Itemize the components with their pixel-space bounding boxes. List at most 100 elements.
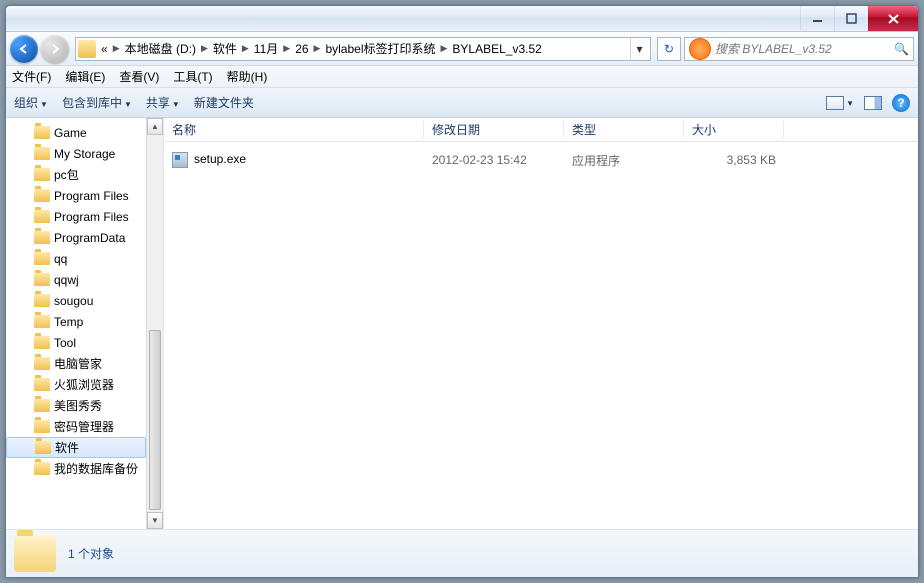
close-button[interactable] — [868, 6, 918, 31]
content-pane: 名称 修改日期 类型 大小 setup.exe 2012-02-23 15:42应… — [164, 118, 918, 529]
tree-item-label: Game — [54, 126, 87, 140]
folder-icon — [34, 147, 50, 160]
breadcrumb-seg[interactable]: 11月 — [251, 38, 281, 60]
tree-item[interactable]: Game — [6, 122, 146, 143]
search-box[interactable]: 🔍 — [684, 37, 914, 61]
file-date: 2012-02-23 15:42 — [424, 153, 564, 167]
tree-item-label: 我的数据库备份 — [54, 460, 138, 477]
tree-item-label: Program Files — [54, 210, 129, 224]
folder-icon — [35, 441, 51, 454]
tree-item[interactable]: ProgramData — [6, 227, 146, 248]
tree-item[interactable]: 美图秀秀 — [6, 395, 146, 416]
breadcrumb-seg[interactable]: 26 — [292, 38, 311, 60]
col-type[interactable]: 类型 — [564, 121, 684, 138]
folder-icon — [34, 273, 50, 286]
menu-view[interactable]: 查看(V) — [119, 68, 159, 85]
breadcrumb-prefix: « — [98, 38, 111, 60]
breadcrumb-seg[interactable]: bylabel标签打印系统 — [322, 38, 438, 60]
folder-icon — [34, 420, 50, 433]
folder-icon — [34, 378, 50, 391]
tree-item[interactable]: Program Files — [6, 185, 146, 206]
address-dropdown[interactable]: ▾ — [630, 38, 648, 60]
chevron-right-icon: ▶ — [240, 43, 251, 54]
col-size[interactable]: 大小 — [684, 121, 784, 138]
tree-item[interactable]: 密码管理器 — [6, 416, 146, 437]
address-bar[interactable]: « ▶ 本地磁盘 (D:)▶ 软件▶ 11月▶ 26▶ bylabel标签打印系… — [75, 37, 651, 61]
chevron-right-icon: ▶ — [312, 43, 323, 54]
search-input[interactable] — [715, 42, 894, 56]
back-button[interactable] — [10, 35, 38, 63]
minimize-button[interactable] — [800, 6, 834, 31]
menu-file[interactable]: 文件(F) — [12, 68, 51, 85]
folder-icon — [34, 294, 50, 307]
tree-item[interactable]: 软件 — [6, 437, 146, 458]
firefox-icon — [689, 38, 711, 60]
share-button[interactable]: 共享▼ — [146, 94, 180, 111]
chevron-right-icon: ▶ — [199, 43, 210, 54]
view-mode-button[interactable]: ▼ — [826, 95, 854, 110]
folder-icon — [34, 126, 50, 139]
help-button[interactable]: ? — [892, 94, 910, 112]
column-headers: 名称 修改日期 类型 大小 — [164, 118, 918, 142]
navbar: « ▶ 本地磁盘 (D:)▶ 软件▶ 11月▶ 26▶ bylabel标签打印系… — [6, 32, 918, 66]
menu-tools[interactable]: 工具(T) — [173, 68, 212, 85]
breadcrumb-seg[interactable]: 软件 — [210, 38, 240, 60]
tree-item[interactable]: 我的数据库备份 — [6, 458, 146, 479]
preview-pane-button[interactable] — [864, 95, 882, 110]
file-row[interactable]: setup.exe2012-02-23 15:42应用程序3,853 KB — [164, 148, 918, 172]
scroll-down-button[interactable]: ▼ — [147, 512, 163, 529]
tree-item[interactable]: pc包 — [6, 164, 146, 185]
tree-item[interactable]: 电脑管家 — [6, 353, 146, 374]
titlebar — [6, 6, 918, 32]
chevron-right-icon: ▶ — [281, 43, 292, 54]
tree-item[interactable]: Tool — [6, 332, 146, 353]
folder-icon — [34, 462, 50, 475]
scrollbar[interactable]: ▲ ▼ — [146, 118, 163, 529]
tree-item-label: qq — [54, 252, 67, 266]
folder-icon — [34, 210, 50, 223]
maximize-button[interactable] — [834, 6, 868, 31]
chevron-right-icon: ▶ — [111, 43, 122, 54]
refresh-button[interactable]: ↻ — [657, 37, 681, 61]
folder-icon — [34, 399, 50, 412]
tree-item[interactable]: My Storage — [6, 143, 146, 164]
col-date[interactable]: 修改日期 — [424, 121, 564, 138]
scroll-up-button[interactable]: ▲ — [147, 118, 163, 135]
tree-item-label: 火狐浏览器 — [54, 376, 114, 393]
folder-icon — [34, 189, 50, 202]
forward-button[interactable] — [41, 35, 69, 63]
tree-item-label: My Storage — [54, 147, 115, 161]
file-name: setup.exe — [194, 152, 246, 166]
col-name[interactable]: 名称 — [164, 121, 424, 138]
tree-item[interactable]: 火狐浏览器 — [6, 374, 146, 395]
folder-icon — [14, 536, 56, 572]
file-list: setup.exe2012-02-23 15:42应用程序3,853 KB — [164, 142, 918, 529]
menu-edit[interactable]: 编辑(E) — [65, 68, 105, 85]
scroll-thumb[interactable] — [149, 330, 161, 510]
folder-icon — [34, 231, 50, 244]
folder-icon — [34, 252, 50, 265]
organize-button[interactable]: 组织▼ — [14, 94, 48, 111]
sidebar: Game My Storage pc包 Program Files Program Fi… — [6, 118, 164, 529]
menubar: 文件(F) 编辑(E) 查看(V) 工具(T) 帮助(H) — [6, 66, 918, 88]
tree-item-label: pc包 — [54, 166, 79, 183]
main-body: Game My Storage pc包 Program Files Program Fi… — [6, 118, 918, 529]
tree-item-label: 软件 — [55, 439, 79, 456]
chevron-right-icon: ▶ — [439, 43, 450, 54]
tree-item-label: ProgramData — [54, 231, 125, 245]
menu-help[interactable]: 帮助(H) — [227, 68, 268, 85]
tree-item[interactable]: Program Files — [6, 206, 146, 227]
new-folder-button[interactable]: 新建文件夹 — [194, 94, 254, 111]
tree-item[interactable]: qq — [6, 248, 146, 269]
tree-item-label: Program Files — [54, 189, 129, 203]
include-button[interactable]: 包含到库中▼ — [62, 94, 132, 111]
file-type: 应用程序 — [564, 152, 684, 169]
breadcrumb-seg[interactable]: 本地磁盘 (D:) — [122, 38, 199, 60]
tree-item-label: Tool — [54, 336, 76, 350]
tree-item[interactable]: sougou — [6, 290, 146, 311]
tree-item[interactable]: Temp — [6, 311, 146, 332]
explorer-window: « ▶ 本地磁盘 (D:)▶ 软件▶ 11月▶ 26▶ bylabel标签打印系… — [5, 5, 919, 578]
search-icon[interactable]: 🔍 — [894, 42, 909, 56]
tree-item[interactable]: qqwj — [6, 269, 146, 290]
breadcrumb-seg[interactable]: BYLABEL_v3.52 — [449, 38, 544, 60]
